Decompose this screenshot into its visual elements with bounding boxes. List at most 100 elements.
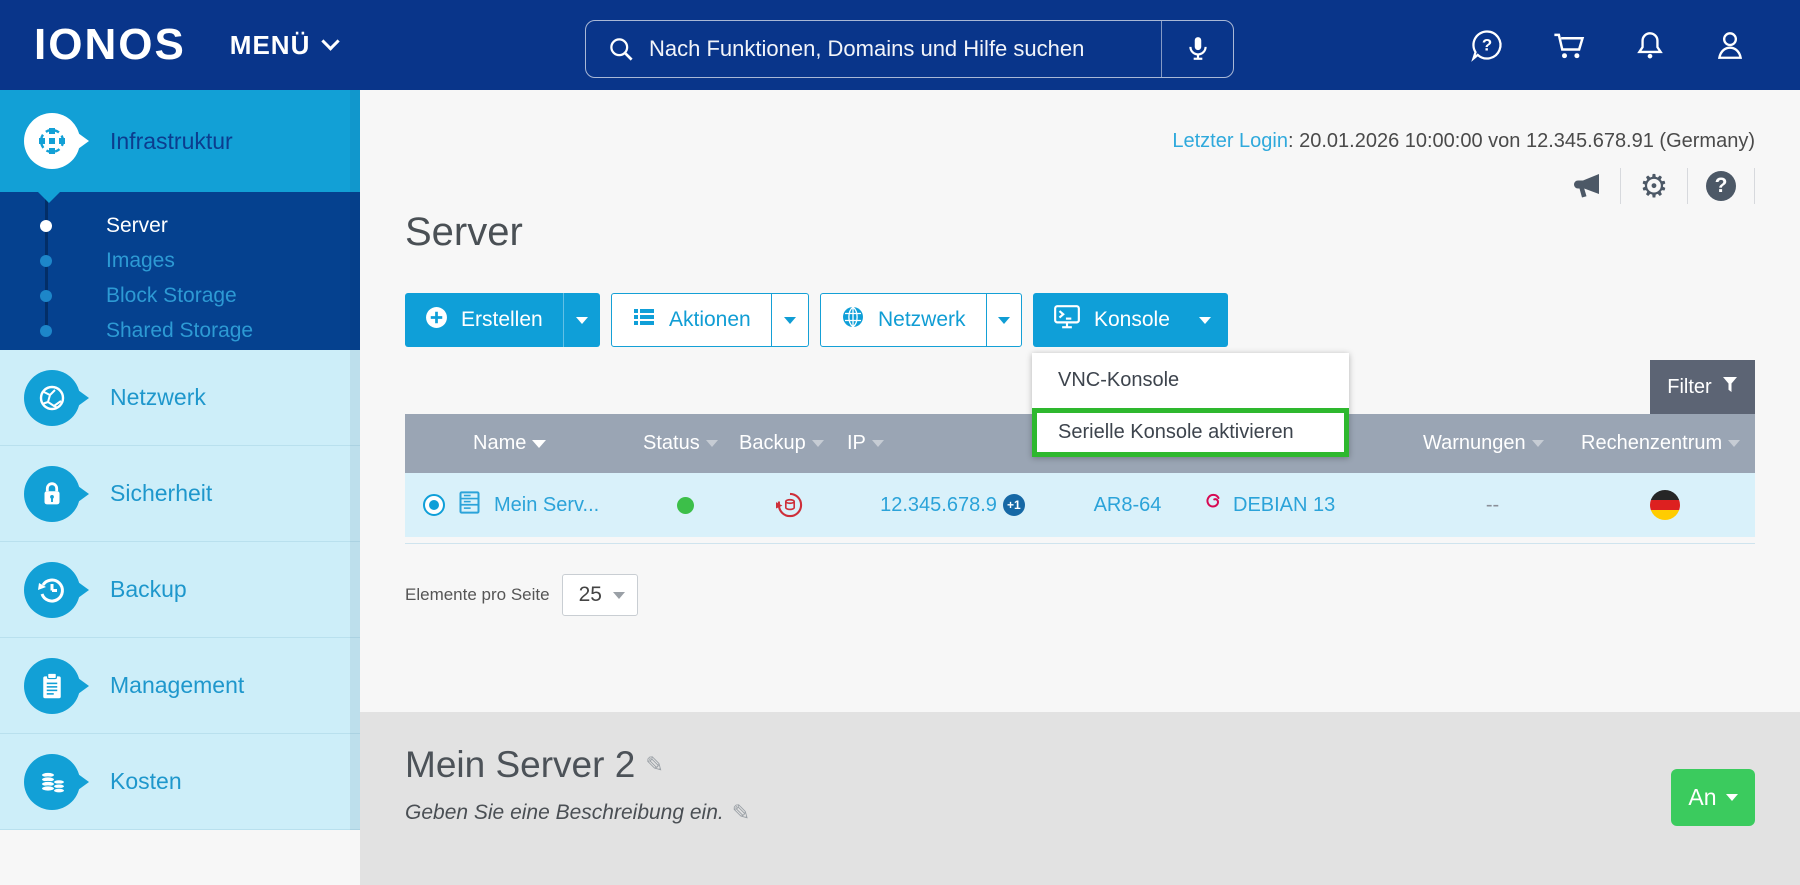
backup-clock-icon (24, 561, 89, 618)
sidebar-item-infrastruktur[interactable]: Infrastruktur (0, 90, 360, 203)
submenu-item-shared-storage[interactable]: Shared Storage (0, 313, 360, 348)
column-header-ip[interactable]: IP (845, 432, 1060, 455)
sort-caret-icon (871, 440, 884, 447)
submenu-item-block-storage[interactable]: Block Storage (0, 278, 360, 313)
column-header-name[interactable]: Name (405, 432, 635, 455)
bullet-icon (40, 324, 52, 337)
account-icon[interactable] (1713, 28, 1747, 62)
cart-icon[interactable] (1551, 27, 1587, 63)
detail-server-title: Mein Server 2 (405, 744, 636, 785)
submenu-item-images[interactable]: Images (0, 243, 360, 278)
last-login: Letzter Login: 20.01.2026 10:00:00 von 1… (405, 90, 1755, 154)
warnings-value: -- (1485, 493, 1500, 516)
page-title: Server (405, 210, 523, 254)
ip-count-badge[interactable]: +1 (1002, 494, 1025, 516)
items-per-page-select[interactable]: 25 (561, 574, 638, 616)
debian-logo-icon (1201, 490, 1225, 520)
sort-caret-icon (532, 439, 547, 448)
column-header-status[interactable]: Status (635, 432, 735, 455)
svg-text:?: ? (1482, 36, 1492, 55)
sidebar-item-sicherheit[interactable]: Sicherheit (0, 446, 360, 542)
chevron-down-icon (612, 591, 625, 599)
germany-flag-icon (1650, 490, 1680, 520)
konsole-dropdown-caret (1198, 316, 1211, 324)
help-chat-icon[interactable]: ? (1469, 27, 1505, 63)
table-row: Mein Serv... 12.345.678.9 +1 AR8-64 DEBI… (405, 473, 1755, 537)
ip-address-link[interactable]: 12.345.678.9 (880, 494, 997, 517)
active-notch (38, 192, 60, 203)
sidebar-item-kosten[interactable]: Kosten (0, 734, 360, 830)
detail-description: Geben Sie eine Beschreibung ein. (405, 801, 724, 824)
sort-caret-icon (1728, 440, 1741, 447)
last-login-link[interactable]: Letzter Login (1172, 130, 1288, 152)
search-icon (608, 36, 635, 63)
edit-name-pencil-icon[interactable]: ✎ (645, 752, 663, 778)
menu-label: MENÜ (229, 29, 311, 60)
sidebar-item-backup[interactable]: Backup (0, 542, 360, 638)
plus-circle-icon (425, 306, 448, 335)
column-header-rechenzentrum[interactable]: Rechenzentrum (1575, 432, 1755, 455)
bullet-icon (40, 254, 52, 267)
server-name-link[interactable]: Mein Serv... (494, 494, 599, 517)
row-radio-selected[interactable] (423, 494, 445, 516)
sidebar: Infrastruktur Server Images Block Storag… (0, 90, 360, 885)
search-input[interactable] (649, 36, 1161, 62)
network-icon (24, 369, 89, 426)
costs-coins-icon (24, 753, 89, 810)
globe-icon (841, 305, 865, 335)
menu-item-vnc-konsole[interactable]: VNC-Konsole (1032, 353, 1349, 408)
power-dropdown-caret (1725, 794, 1738, 801)
gear-icon[interactable]: ⚙ (1621, 168, 1688, 204)
items-per-page-label: Elemente pro Seite (405, 585, 550, 604)
highlight-box: Serielle Konsole aktivieren (1032, 408, 1349, 457)
divider (405, 543, 1755, 544)
notifications-icon[interactable] (1633, 28, 1667, 62)
menu-item-serielle-konsole-aktivieren[interactable]: Serielle Konsole aktivieren (1037, 413, 1344, 452)
sidebar-item-label: Infrastruktur (110, 127, 233, 154)
sidebar-scrollbar[interactable] (350, 90, 360, 830)
infrastructure-icon (24, 113, 89, 169)
backup-sync-icon[interactable] (735, 491, 845, 519)
submenu-item-server[interactable]: Server (0, 208, 360, 243)
sort-caret-icon (1531, 440, 1544, 447)
search-box[interactable] (585, 20, 1234, 78)
server-detail-panel: Mein Server 2 ✎ Geben Sie eine Beschreib… (360, 712, 1800, 885)
bullet-icon (40, 219, 52, 232)
question-icon[interactable]: ? (1688, 168, 1755, 204)
sidebar-item-netzwerk[interactable]: Netzwerk (0, 350, 360, 446)
erstellen-button[interactable]: Erstellen (405, 293, 600, 347)
pagination: Elemente pro Seite 25 (405, 574, 1755, 616)
security-lock-icon (24, 465, 89, 522)
aktionen-dropdown-toggle[interactable] (770, 294, 808, 346)
funnel-icon (1722, 376, 1738, 399)
quick-icons: ⚙ ? (405, 168, 1755, 204)
os-link[interactable]: DEBIAN 13 (1233, 494, 1335, 517)
topbar-icons: ? (1469, 0, 1747, 90)
bullet-icon (40, 289, 52, 302)
status-online-icon (676, 496, 694, 514)
megaphone-icon[interactable] (1554, 168, 1621, 204)
list-icon (632, 305, 656, 335)
management-clipboard-icon (24, 657, 89, 714)
netzwerk-button[interactable]: Netzwerk (820, 293, 1022, 347)
last-login-value: : 20.01.2026 10:00:00 von 12.345.678.91 … (1287, 130, 1755, 152)
ionos-logo: IONOS (34, 20, 186, 69)
aktionen-button[interactable]: Aktionen (611, 293, 809, 347)
power-state-button[interactable]: An (1671, 769, 1755, 826)
server-type-link[interactable]: AR8-64 (1094, 494, 1162, 517)
column-header-warnungen[interactable]: Warnungen (1410, 432, 1575, 455)
topbar: IONOS MENÜ ? (0, 0, 1800, 90)
konsole-dropdown-menu: VNC-Konsole Serielle Konsole aktivieren (1032, 353, 1349, 457)
infrastruktur-submenu: Server Images Block Storage Shared Stora… (0, 192, 360, 350)
erstellen-dropdown-toggle[interactable] (562, 293, 600, 347)
sidebar-item-management[interactable]: Management (0, 638, 360, 734)
sort-caret-icon (705, 440, 718, 447)
menu-button[interactable]: MENÜ (229, 29, 341, 61)
netzwerk-dropdown-toggle[interactable] (985, 294, 1021, 346)
filter-button[interactable]: Filter (1650, 360, 1755, 414)
column-header-backup[interactable]: Backup (735, 432, 845, 455)
konsole-button[interactable]: Konsole (1033, 293, 1228, 347)
edit-description-pencil-icon[interactable]: ✎ (732, 800, 750, 826)
microphone-icon[interactable] (1161, 21, 1233, 77)
toolbar: Erstellen Aktionen Netzwerk Konsole VNC-… (405, 293, 1755, 457)
